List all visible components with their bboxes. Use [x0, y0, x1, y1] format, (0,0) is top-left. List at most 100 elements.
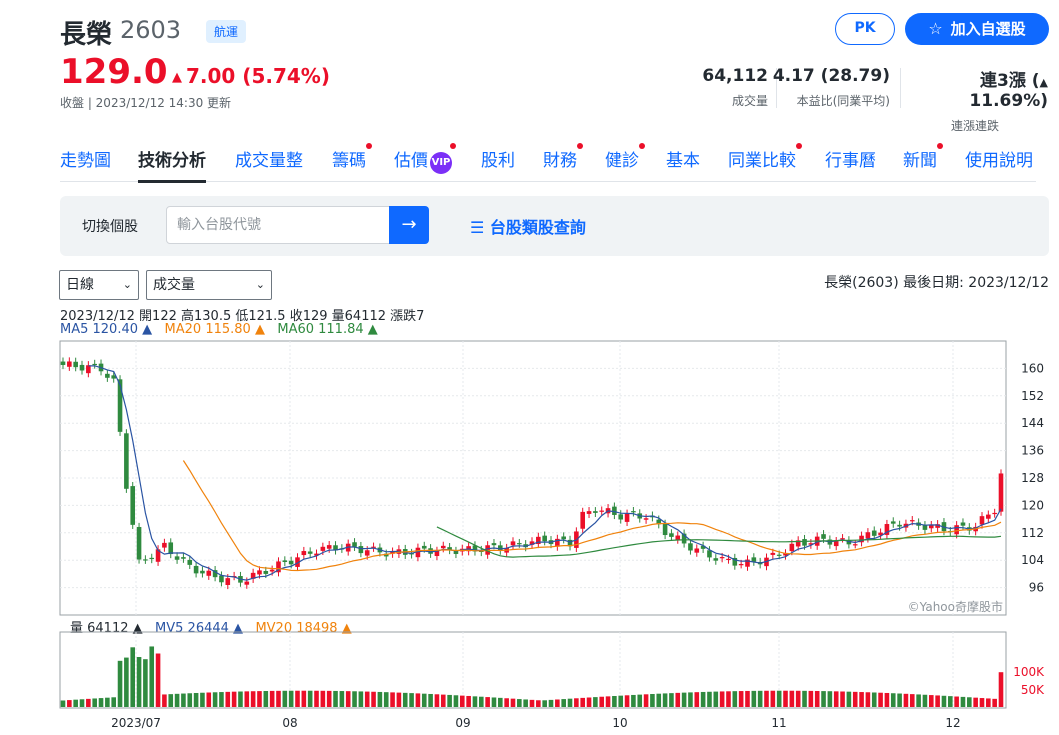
candle-body[interactable]	[580, 511, 586, 529]
candle-body[interactable]	[986, 514, 991, 519]
volume-bar[interactable]	[675, 692, 681, 707]
candle-body[interactable]	[821, 534, 826, 539]
volume-bar[interactable]	[269, 690, 275, 707]
candle-body[interactable]	[124, 433, 129, 489]
candle-body[interactable]	[326, 545, 332, 549]
volume-bar[interactable]	[580, 697, 586, 707]
candle-body[interactable]	[282, 560, 288, 562]
volume-bar[interactable]	[504, 698, 509, 707]
volume-bar[interactable]	[371, 691, 376, 707]
candle-body[interactable]	[130, 486, 136, 525]
volume-bar[interactable]	[574, 698, 579, 707]
volume-bar[interactable]	[922, 694, 928, 707]
volume-bar[interactable]	[472, 696, 478, 707]
volume-bar[interactable]	[200, 692, 205, 707]
candle-body[interactable]	[631, 511, 636, 513]
volume-bar[interactable]	[979, 698, 985, 707]
candle-body[interactable]	[688, 543, 693, 551]
volume-bar[interactable]	[992, 698, 997, 707]
volume-bar[interactable]	[954, 696, 959, 707]
candle-body[interactable]	[263, 570, 269, 574]
volume-bar[interactable]	[593, 697, 598, 707]
volume-bar[interactable]	[86, 698, 91, 707]
volume-bar[interactable]	[808, 690, 814, 707]
volume-bar[interactable]	[542, 700, 547, 707]
candle-body[interactable]	[73, 361, 78, 368]
volume-bar[interactable]	[719, 691, 725, 707]
candle-body[interactable]	[440, 545, 446, 549]
volume-bar[interactable]	[174, 693, 180, 707]
volume-bar[interactable]	[155, 653, 161, 707]
volume-bar[interactable]	[928, 695, 934, 707]
volume-bar[interactable]	[396, 692, 402, 707]
candle-body[interactable]	[954, 525, 959, 535]
volume-bar[interactable]	[909, 694, 915, 707]
candle-body[interactable]	[624, 513, 630, 522]
volume-bar[interactable]	[219, 692, 224, 707]
candle-body[interactable]	[67, 361, 72, 367]
candle-body[interactable]	[352, 542, 357, 547]
candle-body[interactable]	[662, 523, 668, 536]
candle-body[interactable]	[751, 557, 757, 562]
volume-bar[interactable]	[859, 692, 864, 707]
volume-bar[interactable]	[415, 693, 421, 707]
candle-body[interactable]	[669, 533, 674, 537]
volume-bar[interactable]	[871, 692, 877, 707]
volume-bar[interactable]	[377, 691, 383, 707]
volume-bar[interactable]	[307, 690, 313, 707]
candle-body[interactable]	[200, 570, 205, 574]
volume-bar[interactable]	[111, 697, 117, 707]
volume-bar[interactable]	[250, 691, 256, 707]
volume-bar[interactable]	[459, 695, 465, 707]
volume-bar[interactable]	[390, 692, 395, 707]
volume-bar[interactable]	[238, 691, 243, 707]
volume-bar[interactable]	[555, 699, 560, 707]
volume-bar[interactable]	[517, 699, 522, 707]
candle-body[interactable]	[852, 544, 858, 546]
volume-bar[interactable]	[612, 695, 617, 707]
volume-bar[interactable]	[745, 690, 750, 707]
volume-bar[interactable]	[732, 691, 738, 707]
volume-bar[interactable]	[998, 672, 1004, 707]
volume-bar[interactable]	[523, 699, 528, 707]
volume-bar[interactable]	[136, 657, 142, 707]
volume-bar[interactable]	[884, 692, 890, 707]
volume-bar[interactable]	[669, 693, 674, 707]
candle-body[interactable]	[358, 546, 364, 554]
volume-bar[interactable]	[263, 690, 269, 707]
volume-bar[interactable]	[726, 691, 731, 707]
volume-bar[interactable]	[409, 693, 414, 707]
volume-bar[interactable]	[935, 695, 940, 707]
candle-body[interactable]	[269, 569, 275, 572]
volume-bar[interactable]	[510, 698, 516, 707]
volume-bar[interactable]	[478, 696, 484, 707]
volume-bar[interactable]	[345, 691, 351, 707]
volume-bar[interactable]	[536, 700, 541, 707]
volume-bar[interactable]	[364, 691, 370, 707]
volume-bar[interactable]	[688, 692, 693, 707]
candle-body[interactable]	[301, 551, 307, 556]
candle-body[interactable]	[897, 524, 902, 527]
price-chart[interactable]: 160 152 144 136 128 120 112 104 96 100K 50K 2023/0…	[0, 0, 1059, 735]
volume-bar[interactable]	[821, 691, 826, 707]
candle-body[interactable]	[428, 548, 433, 554]
volume-bar[interactable]	[466, 695, 471, 707]
volume-bar[interactable]	[833, 691, 839, 707]
volume-bar[interactable]	[320, 690, 326, 707]
candle-body[interactable]	[992, 512, 997, 515]
volume-bar[interactable]	[314, 690, 319, 707]
candle-body[interactable]	[998, 473, 1004, 512]
candle-body[interactable]	[719, 557, 725, 559]
candle-body[interactable]	[871, 530, 877, 536]
volume-bar[interactable]	[352, 691, 357, 707]
volume-bar[interactable]	[244, 691, 250, 707]
candle-body[interactable]	[979, 516, 985, 525]
volume-bar[interactable]	[124, 657, 129, 707]
volume-bar[interactable]	[561, 699, 566, 707]
candle-body[interactable]	[320, 546, 326, 551]
volume-bar[interactable]	[738, 691, 744, 707]
volume-bar[interactable]	[707, 691, 712, 707]
volume-bar[interactable]	[79, 699, 85, 707]
candle-body[interactable]	[675, 535, 681, 540]
volume-bar[interactable]	[149, 646, 155, 707]
